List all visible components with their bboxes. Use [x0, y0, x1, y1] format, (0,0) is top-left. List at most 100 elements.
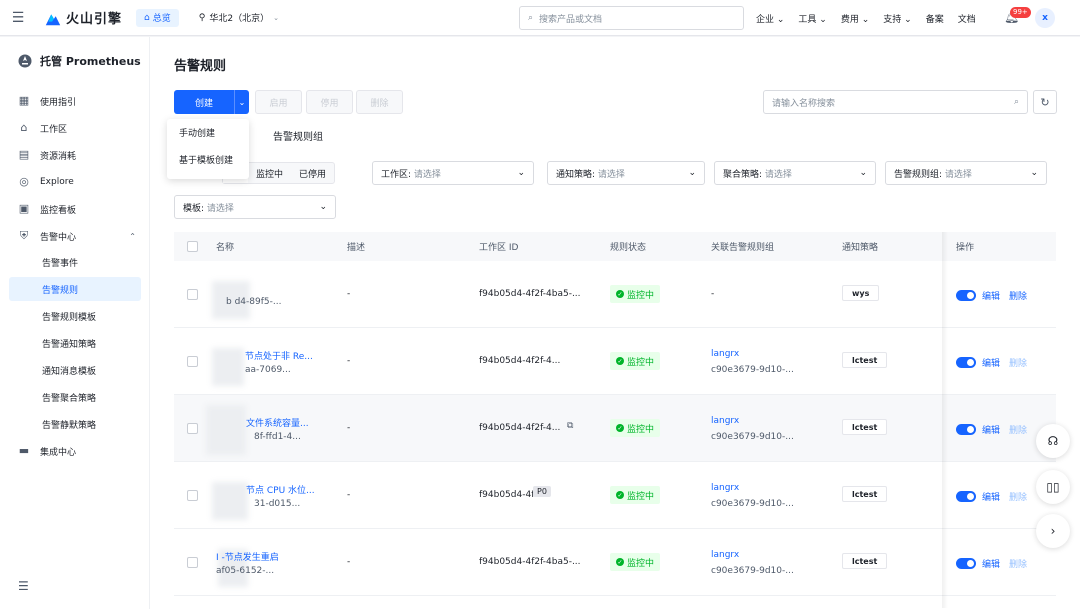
col-description: 描述	[347, 243, 366, 253]
delete-link[interactable]: 删除	[1009, 356, 1027, 369]
collapse-sidebar-icon[interactable]: ☰	[18, 579, 29, 593]
sidebar-item-alert-center[interactable]: ⛨ 告警中心 ⌃	[18, 225, 136, 247]
table-row[interactable]: 文件系统容量... 8f-ffd1-4... - f94b05d4-4f2f-4…	[174, 395, 1056, 462]
sidebar-sub-silence-policy[interactable]: 告警静默策略	[9, 412, 141, 436]
nav-tools[interactable]: 工具 ⌄	[798, 12, 826, 25]
customer-service-button[interactable]: ☊	[1036, 424, 1070, 458]
menu-item-template-create[interactable]: 基于模板创建	[167, 146, 249, 173]
sidebar-sub-alert-rules[interactable]: 告警规则	[9, 277, 141, 301]
sidebar-item-explore[interactable]: ◎ Explore	[18, 171, 74, 193]
delete-link[interactable]: 删除	[1009, 557, 1027, 570]
template-filter[interactable]: 模板: 请选择 ⌄	[174, 195, 336, 219]
row-checkbox[interactable]	[187, 289, 198, 300]
page-title: 告警规则	[174, 59, 227, 74]
seg-monitoring[interactable]: 监控中	[248, 163, 291, 183]
sidebar-item-dashboard[interactable]: ▣ 监控看板	[18, 198, 76, 220]
rule-group-link[interactable]: langrx	[711, 416, 739, 426]
menu-item-manual-create[interactable]: 手动创建	[167, 119, 249, 146]
edit-link[interactable]: 编辑	[982, 557, 1000, 570]
sidebar-item-resource[interactable]: ▤ 资源消耗	[18, 144, 76, 166]
nav-enterprise[interactable]: 企业 ⌄	[756, 12, 784, 25]
home-icon: ⌂	[20, 121, 28, 134]
sidebar-sub-alert-events[interactable]: 告警事件	[9, 250, 141, 274]
rule-name-link[interactable]: I -节点发生重启	[216, 550, 279, 563]
refresh-button[interactable]: ↻	[1033, 90, 1057, 114]
row-checkbox[interactable]	[187, 423, 198, 434]
top-nav-links: 企业 ⌄ 工具 ⌄ 费用 ⌄ 支持 ⌄ 备案 文档	[756, 0, 976, 36]
rule-name-link[interactable]: 节点处于非 Re...	[245, 349, 313, 362]
docs-button[interactable]: ▯▯	[1036, 470, 1070, 504]
create-button[interactable]: 创建	[174, 90, 234, 114]
delete-link[interactable]: 删除	[1009, 289, 1027, 302]
enable-toggle[interactable]	[956, 424, 976, 435]
table-row[interactable]: 节点 CPU 水位... 31-d015... - f94b05d4-4f2 P…	[174, 462, 1056, 529]
enable-toggle[interactable]	[956, 290, 976, 301]
explore-icon: ◎	[19, 175, 29, 188]
integration-icon: ▬	[18, 444, 30, 457]
nav-docs[interactable]: 文档	[958, 12, 976, 25]
rule-group-link[interactable]: langrx	[711, 550, 739, 560]
edit-link[interactable]: 编辑	[982, 490, 1000, 503]
policy-tag: lctest	[842, 553, 888, 569]
main-content: 告警规则 创建 ⌄ 启用 停用 删除 请输入名称搜索 ⌕ ↻ 手动创建 基于模板…	[150, 37, 1080, 609]
sidebar-sub-notify-policy[interactable]: 告警通知策略	[9, 331, 141, 355]
enable-toggle[interactable]	[956, 357, 976, 368]
sidebar-item-workspace[interactable]: ⌂ 工作区	[18, 117, 68, 139]
edit-link[interactable]: 编辑	[982, 423, 1000, 436]
edit-link[interactable]: 编辑	[982, 289, 1000, 302]
workspace-id: f94b05d4-4f2	[479, 490, 541, 500]
region-selector[interactable]: ⚲ 华北2（北京） ⌄	[199, 11, 279, 25]
row-checkbox[interactable]	[187, 490, 198, 501]
disable-button[interactable]: 停用	[306, 90, 353, 114]
rule-group-link[interactable]: langrx	[711, 483, 739, 493]
delete-link[interactable]: 删除	[1009, 490, 1027, 503]
sidebar-item-integration[interactable]: ▬ 集成中心	[18, 440, 76, 462]
notify-policy-filter[interactable]: 通知策略: 请选择 ⌄	[547, 161, 705, 185]
expand-panel-button[interactable]: ›	[1036, 514, 1070, 548]
rule-name-link[interactable]: 节点 CPU 水位...	[246, 483, 315, 496]
row-checkbox[interactable]	[187, 356, 198, 367]
enable-button[interactable]: 启用	[255, 90, 302, 114]
delete-button[interactable]: 删除	[356, 90, 403, 114]
col-rule-group: 关联告警规则组	[711, 243, 775, 253]
nav-filing[interactable]: 备案	[926, 12, 944, 25]
row-checkbox[interactable]	[187, 557, 198, 568]
rule-group-filter[interactable]: 告警规则组: 请选择 ⌄	[885, 161, 1047, 185]
edit-link[interactable]: 编辑	[982, 356, 1000, 369]
copy-icon[interactable]: ⧉	[567, 421, 573, 431]
avatar[interactable]: x	[1035, 8, 1055, 28]
rule-name-link[interactable]: 文件系统容量...	[246, 416, 309, 429]
workspace-filter[interactable]: 工作区: 请选择 ⌄	[372, 161, 534, 185]
table-row[interactable]: I -节点发生重启 af05-6152-... - f94b05d4-4f2f-…	[174, 529, 1056, 596]
redacted-area	[212, 348, 244, 386]
rule-search-input[interactable]: 请输入名称搜索 ⌕	[763, 90, 1028, 114]
tab-rule-groups[interactable]: 告警规则组	[273, 128, 323, 143]
col-actions: 操作	[956, 243, 975, 253]
sidebar-sub-message-templates[interactable]: 通知消息模板	[9, 358, 141, 382]
chevron-down-icon: ⌄	[273, 13, 279, 22]
global-search-input[interactable]: ⌕ 搜索产品或文档	[519, 6, 744, 30]
aggregation-policy-filter[interactable]: 聚合策略: 请选择 ⌄	[714, 161, 876, 185]
col-workspace-id: 工作区 ID	[479, 243, 519, 253]
rule-group-link[interactable]: langrx	[711, 349, 739, 359]
sidebar: 托管 Prometheus ▦ 使用指引 ⌂ 工作区 ▤ 资源消耗 ◎ Expl…	[0, 37, 150, 609]
logo[interactable]: 火山引擎	[44, 8, 122, 27]
delete-link[interactable]: 删除	[1009, 423, 1027, 436]
nav-support[interactable]: 支持 ⌄	[883, 12, 911, 25]
enable-toggle[interactable]	[956, 558, 976, 569]
sidebar-item-guide[interactable]: ▦ 使用指引	[18, 90, 76, 112]
menu-icon[interactable]: ☰	[0, 0, 36, 36]
table-row[interactable]: 节点处于非 Re... aa-7069... - f94b05d4-4f2f-4…	[174, 328, 1056, 395]
table-row[interactable]: b d4-89f5-... - f94b05d4-4f2f-4ba5-... ✓…	[174, 261, 1056, 328]
chevron-down-icon: ⌄	[859, 168, 867, 178]
select-all-checkbox[interactable]	[187, 241, 198, 252]
overview-button[interactable]: ⌂ 总览	[136, 8, 179, 27]
product-title: 托管 Prometheus	[18, 53, 141, 69]
seg-disabled[interactable]: 已停用	[291, 163, 334, 183]
nav-billing[interactable]: 费用 ⌄	[841, 12, 869, 25]
sidebar-sub-rule-templates[interactable]: 告警规则模板	[9, 304, 141, 328]
rule-description: -	[347, 423, 351, 433]
create-dropdown-toggle[interactable]: ⌄	[234, 90, 249, 114]
enable-toggle[interactable]	[956, 491, 976, 502]
sidebar-sub-aggregation-policy[interactable]: 告警聚合策略	[9, 385, 141, 409]
